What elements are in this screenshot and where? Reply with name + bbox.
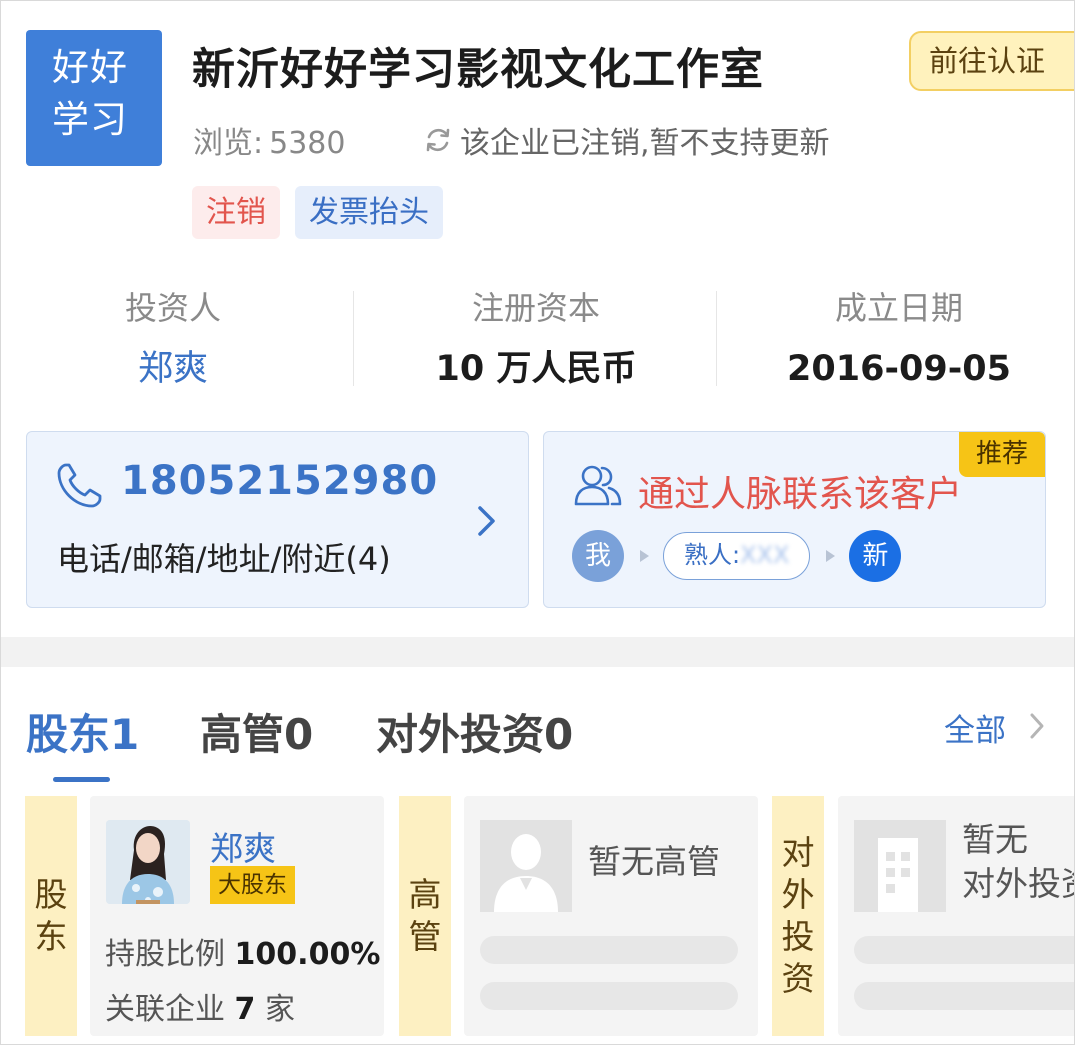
skeleton-line	[480, 936, 738, 964]
ratio-value: 100.00%	[234, 937, 381, 972]
executive-card: 暂无高管	[464, 796, 758, 1036]
major-shareholder-badge: 大股东	[210, 866, 295, 904]
divider	[353, 291, 354, 386]
network-contact-card[interactable]: 推荐 通过人脉联系该客户 我 熟人:XXX 新	[543, 431, 1046, 608]
shareholder-section-label: 股东	[25, 796, 77, 1036]
stat-investor: 投资人 郑爽	[8, 286, 338, 394]
views-number: 5380	[269, 126, 346, 161]
stat-established-date: 成立日期 2016-09-05	[734, 286, 1064, 394]
company-detail-page: 好好 学习 新沂好好学习影视文化工作室 前往认证 浏览: 5380 该企业已注销,…	[0, 0, 1075, 1045]
skeleton-line	[854, 936, 1074, 964]
active-tab-indicator	[53, 777, 110, 782]
connection-chain: 我 熟人:XXX 新	[572, 528, 902, 584]
chevron-right-icon[interactable]	[1028, 711, 1046, 741]
contact-card[interactable]: 18052152980 电话/邮箱/地址/附近(4)	[26, 431, 529, 608]
empty-investments-text: 暂无 对外投资	[962, 818, 1074, 906]
stat-value: 2016-09-05	[787, 349, 1011, 389]
views-label: 浏览:	[193, 126, 264, 161]
skeleton-line	[854, 982, 1074, 1010]
tab-investments[interactable]: 对外投资0	[376, 701, 573, 762]
ratio-label: 持股比例	[105, 937, 225, 972]
company-name: 新沂好好学习影视文化工作室	[192, 45, 764, 95]
people-icon	[574, 465, 622, 506]
executive-section-label: 高管	[399, 796, 451, 1036]
empty-executives-text: 暂无高管	[588, 842, 720, 881]
acquaintance-masked: XXX	[740, 541, 790, 569]
invoice-title-tag[interactable]: 发票抬头	[295, 186, 443, 239]
status-note: 该企业已注销,暂不支持更新	[422, 118, 830, 162]
recommend-badge: 推荐	[959, 432, 1045, 477]
investment-section-label: 对外投资	[772, 796, 824, 1036]
logo-line-2: 学习	[52, 98, 128, 141]
target-company-avatar: 新	[849, 530, 902, 582]
shareholder-name[interactable]: 郑爽	[210, 822, 276, 870]
acquaintance-label: 熟人:	[684, 541, 741, 569]
related-companies: 关联企业 7 家	[105, 984, 295, 1028]
contact-summary: 电话/邮箱/地址/附近(4)	[57, 540, 391, 578]
investment-card: 暂无 对外投资	[838, 796, 1074, 1036]
section-divider	[1, 637, 1074, 667]
status-badge-cancelled: 注销	[192, 186, 280, 239]
stat-label: 成立日期	[834, 289, 963, 327]
empty-investments-line-2: 对外投资	[962, 864, 1074, 903]
shareholder-avatar	[106, 820, 190, 904]
acquaintance-pill: 熟人:XXX	[663, 532, 811, 580]
building-placeholder-icon	[854, 820, 946, 912]
divider	[716, 291, 717, 386]
stat-registered-capital: 注册资本 10 万人民币	[371, 286, 701, 394]
shareholder-card[interactable]: 郑爽 大股东 持股比例 100.00% 关联企业 7 家	[90, 796, 384, 1036]
stat-value: 10 万人民币	[435, 349, 637, 389]
skeleton-line	[480, 982, 738, 1010]
empty-investments-line-1: 暂无	[962, 820, 1028, 859]
me-avatar: 我	[572, 530, 624, 582]
related-suffix: 家	[264, 992, 295, 1027]
stat-label: 投资人	[124, 289, 221, 327]
verify-button[interactable]: 前往认证	[909, 31, 1074, 91]
person-placeholder-icon	[480, 820, 572, 912]
view-count: 浏览: 5380	[193, 118, 345, 162]
company-logo: 好好 学习	[26, 30, 162, 166]
investor-link[interactable]: 郑爽	[8, 344, 338, 394]
logo-line-1: 好好	[52, 46, 128, 89]
tab-executives[interactable]: 高管0	[200, 701, 313, 762]
related-prefix: 关联企业	[105, 992, 225, 1027]
status-note-text: 该企业已注销,暂不支持更新	[460, 126, 830, 161]
related-count: 7	[234, 992, 256, 1027]
shareholding-ratio: 持股比例 100.00%	[105, 929, 380, 973]
stat-label: 注册资本	[471, 289, 600, 327]
tab-shareholders[interactable]: 股东1	[26, 701, 139, 762]
refresh-icon	[426, 128, 450, 152]
view-all-link[interactable]: 全部	[944, 705, 1006, 750]
chevron-right-icon[interactable]	[476, 504, 498, 538]
network-title: 通过人脉联系该客户	[638, 474, 963, 515]
phone-icon	[57, 463, 102, 508]
arrow-right-icon	[640, 550, 649, 562]
arrow-right-icon	[826, 550, 836, 562]
phone-number[interactable]: 18052152980	[121, 458, 438, 504]
